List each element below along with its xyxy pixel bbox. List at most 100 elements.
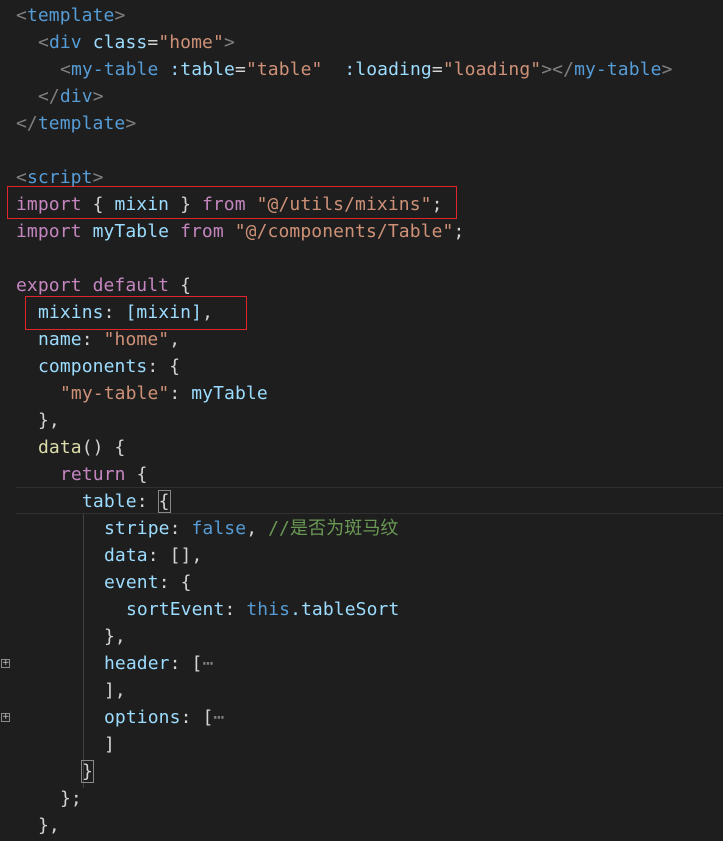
code-line: <template>: [16, 2, 125, 29]
tag-bracket: </: [16, 113, 38, 134]
code-editor[interactable]: + + <template> <div class="home"> <my-ta…: [0, 0, 723, 841]
colon: :: [169, 653, 181, 674]
code-line: }: [81, 758, 94, 785]
tag-bracket: >: [92, 86, 104, 107]
tag-name: template: [37, 113, 126, 134]
equals: =: [431, 59, 443, 80]
code-line: },: [104, 623, 126, 650]
brace: {: [169, 356, 181, 377]
code-line: options: [⋯: [104, 704, 224, 731]
code-line: header: [⋯: [104, 650, 213, 677]
tag-bracket: <: [16, 5, 27, 26]
code-line: data() {: [38, 434, 126, 461]
code-line: data: [],: [104, 542, 202, 569]
property-key: "my-table": [60, 383, 170, 404]
brace: },: [38, 410, 60, 431]
tag-bracket: >: [661, 59, 673, 80]
colon: :: [103, 302, 115, 323]
colon: :: [169, 518, 181, 539]
code-line: return {: [60, 461, 148, 488]
code-line: import myTable from "@/components/Table"…: [16, 218, 464, 245]
property-key: table: [82, 491, 137, 512]
tag-name: div: [59, 86, 93, 107]
folded-ellipsis[interactable]: ⋯: [202, 653, 213, 674]
equals: =: [235, 59, 246, 80]
tag-bracket: </: [38, 86, 60, 107]
code-line: sortEvent: this.tableSort: [126, 596, 399, 623]
tag-bracket: <: [60, 59, 71, 80]
brace: {: [92, 194, 104, 215]
code-line: },: [38, 407, 60, 434]
keyword: import: [16, 221, 82, 242]
code-line: <script>: [16, 164, 104, 191]
code-line: },: [38, 812, 60, 839]
keyword: from: [180, 221, 224, 242]
string: "home": [103, 329, 170, 350]
colon: :: [180, 707, 192, 728]
bracket: ]: [104, 734, 115, 755]
comment: //是否为斑马纹: [268, 518, 399, 539]
property-key: sortEvent: [126, 599, 225, 620]
attr-name: :loading: [344, 59, 432, 80]
attr-name: class: [92, 32, 148, 53]
identifier: myTable: [191, 383, 268, 404]
tag-bracket: ></: [541, 59, 575, 80]
keyword-this: this: [246, 599, 291, 620]
boolean: false: [191, 518, 247, 539]
tag-bracket: <: [38, 32, 49, 53]
tag-bracket: >: [223, 32, 235, 53]
brace: }: [180, 194, 191, 215]
folded-ellipsis[interactable]: ⋯: [213, 707, 224, 728]
keyword: default: [92, 275, 170, 296]
property-key: components: [38, 356, 148, 377]
tag-bracket: >: [92, 167, 104, 188]
semicolon: ;: [453, 221, 465, 242]
code-line: </div>: [38, 83, 104, 110]
property-key: mixins: [38, 302, 104, 323]
attr-value: "home": [158, 32, 224, 53]
tag-name: my-table: [70, 59, 159, 80]
comma: ,: [202, 302, 213, 323]
property-key: header: [104, 653, 170, 674]
property-key: stripe: [104, 518, 170, 539]
code-line: stripe: false, //是否为斑马纹: [104, 515, 399, 542]
colon: :: [81, 329, 93, 350]
property-key: options: [104, 707, 181, 728]
colon: :: [169, 383, 181, 404]
tag-name: template: [26, 5, 115, 26]
comma: ,: [169, 329, 181, 350]
equals: =: [147, 32, 159, 53]
plus-square-icon[interactable]: +: [1, 659, 10, 668]
code-line: "my-table": myTable: [60, 380, 268, 407]
brace: };: [60, 788, 82, 809]
identifier: mixin: [114, 194, 170, 215]
brace: {: [157, 490, 171, 513]
tag-name: my-table: [574, 59, 662, 80]
attr-value: "table": [245, 59, 323, 80]
code-line: ]: [104, 731, 115, 758]
indent-guide: [83, 514, 84, 788]
property-value: [mixin]: [125, 302, 203, 323]
string: "@/components/Table": [234, 221, 454, 242]
bracket: [: [202, 707, 214, 728]
code-line: </template>: [16, 110, 136, 137]
bracket: ],: [104, 680, 126, 701]
function-name: data: [38, 437, 82, 458]
brace: {: [180, 572, 192, 593]
colon: :: [147, 356, 159, 377]
array-value: : [],: [147, 545, 203, 566]
brace: },: [104, 626, 126, 647]
colon: :: [136, 491, 148, 512]
code-line: name: "home",: [38, 326, 180, 353]
tag-bracket: >: [125, 113, 137, 134]
tag-name: div: [48, 32, 82, 53]
keyword: return: [60, 464, 126, 485]
code-line: import { mixin } from "@/utils/mixins";: [16, 191, 443, 218]
tag-bracket: <: [16, 167, 27, 188]
property-key: data: [104, 545, 148, 566]
comma: ,: [246, 518, 258, 539]
plus-square-icon[interactable]: +: [1, 713, 10, 722]
attr-name: :table: [169, 59, 235, 80]
code-line: ],: [104, 677, 126, 704]
code-line: export default {: [16, 272, 191, 299]
